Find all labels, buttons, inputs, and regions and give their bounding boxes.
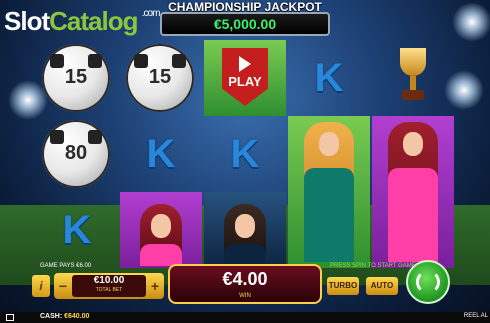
letter-k-symbol: K [230,132,260,176]
football-symbol: 15 [42,44,110,112]
win-label: WIN [239,293,251,299]
reel-all-text: REEL AL [463,313,488,319]
trophy-icon [396,48,430,104]
reel-4: K [288,40,370,268]
letter-k-symbol: K [62,208,92,252]
cash-value: €640.00 [64,313,90,320]
win-display: €4.00 WIN [168,264,322,304]
reel-cell: 15 [36,40,118,116]
reel-3: PLAY K [204,40,286,268]
turbo-button[interactable]: TURBO [327,277,359,295]
game-pays-text: GAME PAYS €6.00 [40,263,92,269]
jackpot-panel: CHAMPIONSHIP JACKPOT €5,000.00 [150,0,340,36]
info-button[interactable]: i [32,275,50,297]
letter-k-symbol: K [314,56,344,100]
win-value: €4.00 [222,269,268,289]
total-bet-value: €10.00 [93,275,125,286]
press-spin-hint: PRESS SPIN TO START GAME [330,263,416,269]
spin-button[interactable] [406,260,450,304]
play-badge: PLAY [222,48,268,106]
jackpot-value: €5,000.00 [160,12,330,36]
football-symbol: 15 [126,44,194,112]
player-figure [140,204,182,266]
reel-cell: 15 [120,40,202,116]
refresh-arrows-icon [416,270,440,294]
home-icon[interactable] [6,314,14,321]
cash-balance: CASH: €640.00 [40,313,89,320]
reel-1: 15 80 K [36,40,118,268]
letter-k-symbol: K [146,132,176,176]
reel-5 [372,40,454,268]
increase-bet-button[interactable]: + [148,276,162,296]
total-bet-display: €10.00 TOTAL BET [72,275,146,297]
trophy-symbol [372,40,454,116]
blonde-player-symbol [288,116,370,268]
player-figure [224,204,266,266]
red-haired-player-symbol [372,116,454,268]
total-bet-control: − €10.00 TOTAL BET + [54,273,164,299]
total-bet-label: TOTAL BET [95,287,123,293]
bearded-player-symbol [204,192,286,268]
red-haired-player-symbol [120,192,202,268]
football-symbol: 80 [42,120,110,188]
player-figure [388,122,438,262]
reel-cell: 80 [36,116,118,192]
play-icon [239,56,251,72]
decrease-bet-button[interactable]: − [56,276,70,296]
reel-grid: 15 80 K 15 K PLAY K K [36,40,454,268]
play-wild-symbol: PLAY [204,40,286,116]
stadium-light [452,2,490,42]
footer-bar: CASH: €640.00 REEL AL [0,312,490,323]
player-figure [304,122,354,262]
reel-2: 15 K [120,40,202,268]
cash-label: CASH: [40,313,63,320]
autoplay-button[interactable]: AUTO [366,277,398,295]
site-logo: SlotCatalog .com [4,6,160,36]
